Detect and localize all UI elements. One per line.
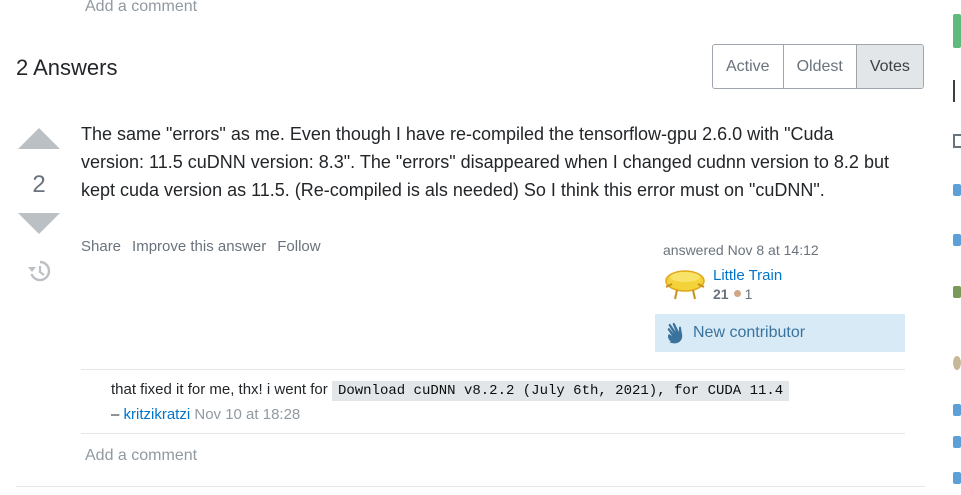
sort-active-button[interactable]: Active [713,45,784,88]
waving-hand-icon [667,322,683,344]
answers-count-heading: 2 Answers [16,55,118,80]
answer-body-text: The same "errors" as me. Even though I h… [81,124,889,200]
sidebar-icon [953,356,961,370]
bronze-badge-icon [733,290,741,297]
sort-votes-button[interactable]: Votes [856,45,923,88]
user-avatar[interactable] [663,266,707,302]
sidebar-green-button[interactable] [953,14,961,48]
sidebar-icon [953,134,961,148]
user-card: answered Nov 8 at 14:12 Little Train 21 … [655,240,905,352]
user-name-link[interactable]: Little Train [713,267,782,284]
follow-link[interactable]: Follow [277,238,320,255]
vote-count: 2 [32,171,46,198]
vote-cell: 2 [16,128,62,284]
comment-code: Download cuDNN v8.2.2 (July 6th, 2021), … [331,381,790,401]
sidebar-icon [953,286,961,298]
bronze-badge-count: 1 [744,285,753,302]
top-add-comment-link[interactable]: Add a comment [85,0,197,16]
comments-list: that fixed it for me, thx! i went for Do… [81,369,905,434]
upvote-arrow-icon[interactable] [18,128,60,149]
share-link[interactable]: Share [81,238,121,255]
comment-user-link[interactable]: kritzikratzi [124,406,191,423]
divider [16,486,925,487]
user-info: Little Train 21 1 [655,266,905,302]
user-reputation: 21 1 [713,286,782,302]
comment-item: that fixed it for me, thx! i went for Do… [81,370,905,434]
sidebar-heading-glyph [953,80,961,102]
answered-timestamp[interactable]: answered Nov 8 at 14:12 [655,242,905,258]
sidebar-icon [953,184,961,196]
new-contributor-label: New contributor [693,324,806,341]
improve-answer-link[interactable]: Improve this answer [132,238,266,255]
sort-tabs: Active Oldest Votes [712,44,924,89]
history-icon[interactable] [26,258,52,284]
comment-text: that fixed it for me, thx! i went for [111,381,328,398]
post-menu: Share Improve this answer Follow [81,238,321,255]
new-contributor-banner[interactable]: New contributor [655,314,905,352]
sort-oldest-button[interactable]: Oldest [783,45,857,88]
sidebar-icon [953,472,961,484]
sidebar-icon [953,404,961,416]
add-comment-link[interactable]: Add a comment [85,447,197,465]
downvote-arrow-icon[interactable] [18,213,60,234]
comment-dash: – [111,406,124,423]
reputation-score: 21 [713,285,729,302]
sidebar-icon [953,234,961,246]
comment-date[interactable]: Nov 10 at 18:28 [194,406,300,423]
sidebar-icon [953,436,961,448]
